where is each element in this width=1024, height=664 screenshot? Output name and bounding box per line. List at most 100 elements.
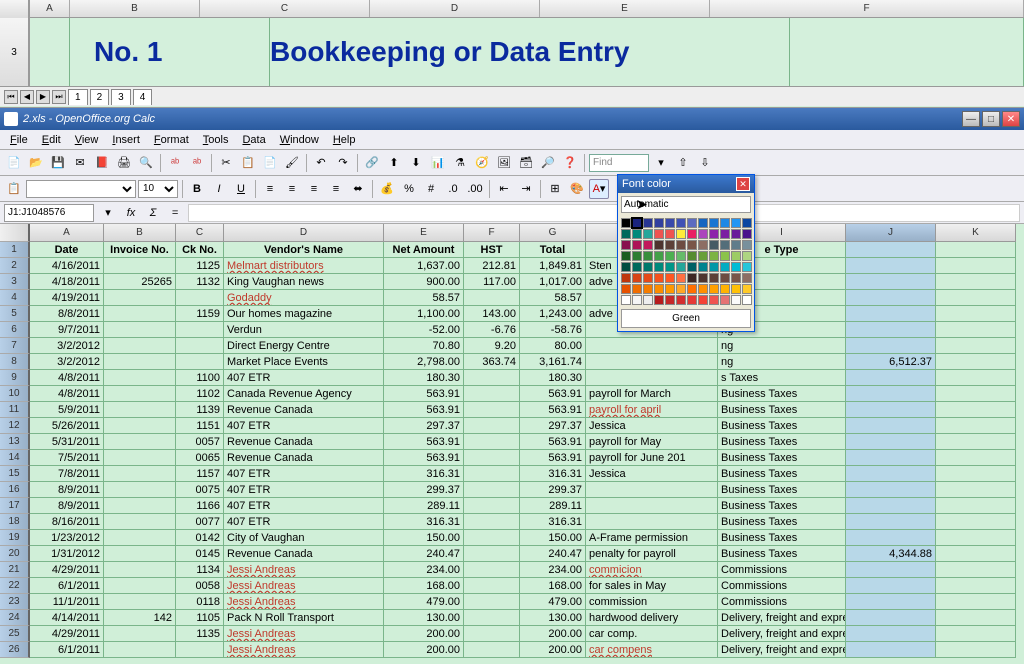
cell-date[interactable]: 5/9/2011 [30, 402, 104, 418]
cell-invoice[interactable] [104, 354, 176, 370]
cell-ckno[interactable]: 1159 [176, 306, 224, 322]
cell-vendor[interactable]: 407 ETR [224, 514, 384, 530]
cell-hst[interactable]: 9.20 [464, 338, 520, 354]
cell-ckno[interactable]: 0075 [176, 482, 224, 498]
cell-hst[interactable] [464, 514, 520, 530]
color-swatch[interactable] [676, 229, 686, 239]
gallery-icon[interactable]: 🖼 [494, 153, 514, 173]
equals-icon[interactable]: = [166, 204, 184, 222]
cell-k[interactable] [936, 530, 1016, 546]
cell-hst[interactable]: 212.81 [464, 258, 520, 274]
color-swatch[interactable] [621, 229, 631, 239]
row-number[interactable]: 20 [0, 546, 30, 562]
color-swatch[interactable] [643, 262, 653, 272]
cell-hst[interactable] [464, 386, 520, 402]
cell-vendor[interactable]: Jessi Andreas [224, 594, 384, 610]
cell-j[interactable] [846, 466, 936, 482]
column-header-E[interactable]: E [384, 224, 464, 242]
cell-invoice[interactable] [104, 386, 176, 402]
cell-hst[interactable] [464, 578, 520, 594]
cell-com[interactable]: Jessica [586, 466, 718, 482]
add-decimal-icon[interactable]: .0 [443, 179, 463, 199]
cell-net[interactable]: 168.00 [384, 578, 464, 594]
autocheck-icon[interactable]: ᵃᵇ [187, 153, 207, 173]
cell-etype[interactable]: Commissions [718, 594, 846, 610]
color-swatch[interactable] [742, 229, 752, 239]
header-cell[interactable]: Net Amount [384, 242, 464, 258]
row-number[interactable]: 7 [0, 338, 30, 354]
bgcolor-icon[interactable]: 🎨 [567, 179, 587, 199]
color-swatch[interactable] [632, 284, 642, 294]
cell-ckno[interactable]: 1132 [176, 274, 224, 290]
cell-j[interactable] [846, 562, 936, 578]
paste-icon[interactable]: 📄 [260, 153, 280, 173]
color-swatch[interactable] [643, 295, 653, 305]
cell-net[interactable]: 200.00 [384, 626, 464, 642]
cell-total[interactable]: 168.00 [520, 578, 586, 594]
cell-net[interactable]: 479.00 [384, 594, 464, 610]
col-header[interactable]: B [70, 0, 200, 17]
column-header-J[interactable]: J [846, 224, 936, 242]
cell-k[interactable] [936, 402, 1016, 418]
color-swatch[interactable] [643, 273, 653, 283]
color-swatch[interactable] [709, 273, 719, 283]
cell-total[interactable]: 479.00 [520, 594, 586, 610]
cell-etype[interactable]: Business Taxes [718, 466, 846, 482]
cell-date[interactable]: 5/26/2011 [30, 418, 104, 434]
cell-hst[interactable] [464, 610, 520, 626]
cell-j[interactable] [846, 514, 936, 530]
row-number[interactable]: 24 [0, 610, 30, 626]
cell-ckno[interactable]: 1125 [176, 258, 224, 274]
cell-j[interactable] [846, 322, 936, 338]
cell-invoice[interactable] [104, 578, 176, 594]
cell-invoice[interactable] [104, 338, 176, 354]
color-swatch[interactable] [621, 273, 631, 283]
cell-vendor[interactable]: Godaddy [224, 290, 384, 306]
color-swatch[interactable] [676, 284, 686, 294]
color-swatch[interactable] [665, 229, 675, 239]
cell-k[interactable] [936, 514, 1016, 530]
column-header-K[interactable]: K [936, 224, 1016, 242]
color-swatch[interactable] [720, 240, 730, 250]
color-swatch[interactable] [665, 251, 675, 261]
color-swatch[interactable] [709, 284, 719, 294]
cell-total[interactable]: 180.30 [520, 370, 586, 386]
cell-total[interactable]: 80.00 [520, 338, 586, 354]
cell-com[interactable] [586, 482, 718, 498]
color-swatch[interactable] [654, 229, 664, 239]
color-swatch[interactable] [654, 240, 664, 250]
cell-net[interactable]: 289.11 [384, 498, 464, 514]
row-number[interactable]: 16 [0, 482, 30, 498]
row-number[interactable]: 22 [0, 578, 30, 594]
cell-vendor[interactable]: 407 ETR [224, 482, 384, 498]
cell-date[interactable]: 4/14/2011 [30, 610, 104, 626]
cell-etype[interactable]: Business Taxes [718, 530, 846, 546]
cell-ckno[interactable] [176, 322, 224, 338]
font-size-select[interactable]: 10 [138, 180, 178, 198]
menu-file[interactable]: File [4, 132, 34, 148]
zoom-icon[interactable]: 🔎 [538, 153, 558, 173]
color-swatch[interactable] [698, 273, 708, 283]
cell-ckno[interactable]: 0065 [176, 450, 224, 466]
cell-net[interactable]: 563.91 [384, 434, 464, 450]
cell-j[interactable]: 6,512.37 [846, 354, 936, 370]
row-number[interactable]: 17 [0, 498, 30, 514]
cell-invoice[interactable] [104, 498, 176, 514]
cell-hst[interactable]: 143.00 [464, 306, 520, 322]
cell-date[interactable]: 1/23/2012 [30, 530, 104, 546]
spreadsheet-grid[interactable]: ABCDEFGHIJK 1DateInvoice No.Ck No.Vendor… [0, 224, 1024, 664]
cell-etype[interactable]: Business Taxes [718, 418, 846, 434]
cell-net[interactable]: 130.00 [384, 610, 464, 626]
row-number[interactable]: 1 [0, 242, 30, 258]
cell-total[interactable]: 297.37 [520, 418, 586, 434]
color-swatch[interactable] [632, 229, 642, 239]
save-icon[interactable]: 💾 [48, 153, 68, 173]
color-swatch[interactable] [676, 240, 686, 250]
cell-hst[interactable] [464, 466, 520, 482]
cell-net[interactable]: 316.31 [384, 466, 464, 482]
popup-title-bar[interactable]: Font color ✕ [618, 175, 754, 193]
cell-k[interactable] [936, 610, 1016, 626]
cell-total[interactable]: 299.37 [520, 482, 586, 498]
cell-etype[interactable]: Business Taxes [718, 498, 846, 514]
color-swatch[interactable] [665, 262, 675, 272]
